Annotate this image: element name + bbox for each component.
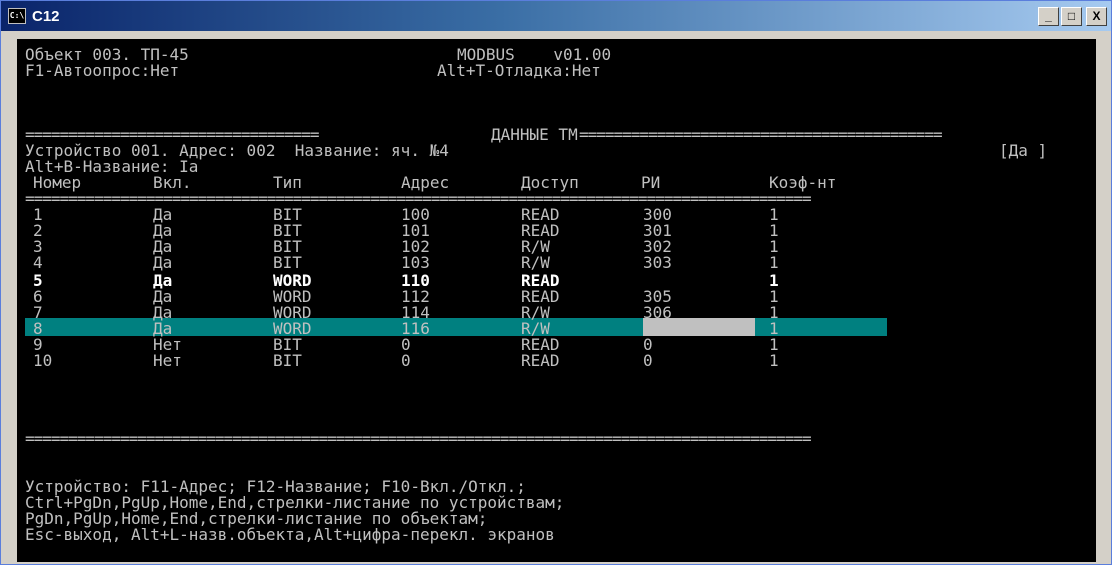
cell-type: BIT <box>273 351 302 370</box>
cell-number: 4 <box>33 253 43 272</box>
cell-address: 0 <box>401 351 411 370</box>
help-line-4: Esc-выход, Alt+L-назв.объекта,Alt+цифра-… <box>25 525 555 544</box>
vertical-scrollbar[interactable] <box>1097 39 1109 562</box>
footer-separator: ========================================… <box>25 429 812 448</box>
console-window: C:\ C12 _ □ X Объект 003. ТП-45 MODBUS v… <box>0 0 1112 565</box>
console-icon[interactable]: C:\ <box>8 8 26 24</box>
cell-type: BIT <box>273 253 302 272</box>
section-title: ДАННЫЕ ТМ <box>491 125 578 144</box>
cell-coef: 1 <box>769 253 779 272</box>
title-bar[interactable]: C:\ C12 _ □ X <box>1 1 1111 31</box>
section-separator-right: ========================================… <box>579 125 943 144</box>
cell-address: 103 <box>401 253 430 272</box>
cell-coef: 1 <box>769 351 779 370</box>
debug-status: Alt+T-Отладка:Нет <box>437 61 601 80</box>
cell-ri: 303 <box>643 253 672 272</box>
maximize-button[interactable]: □ <box>1061 7 1082 26</box>
minimize-button[interactable]: _ <box>1038 7 1059 26</box>
cell-ri: 0 <box>643 351 653 370</box>
close-button[interactable]: X <box>1086 7 1107 26</box>
window-title: C12 <box>32 7 60 25</box>
cell-enabled: Нет <box>153 351 182 370</box>
cell-access: R/W <box>521 253 550 272</box>
cell-number: 10 <box>33 351 53 370</box>
console-area[interactable]: Объект 003. ТП-45 MODBUS v01.00 F1-Автоо… <box>17 39 1096 562</box>
cell-enabled: Да <box>153 253 173 272</box>
cell-access: READ <box>521 351 560 370</box>
autopoll-status: F1-Автоопрос:Нет <box>25 61 180 80</box>
device-enabled-flag[interactable]: [Да ] <box>999 143 1047 159</box>
